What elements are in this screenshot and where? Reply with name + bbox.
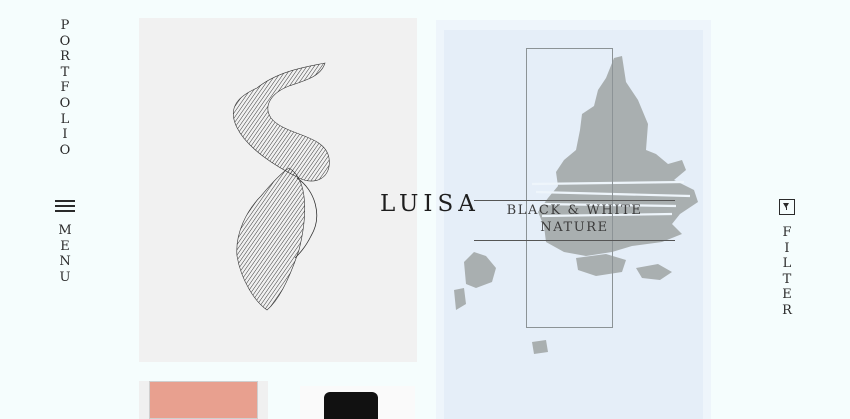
project-overlay-frame <box>526 48 613 328</box>
portfolio-letter: T <box>60 64 70 80</box>
portfolio-letter: P <box>60 18 70 33</box>
menu-letter: E <box>60 238 70 254</box>
filter-letter: I <box>784 240 790 256</box>
filter-letter: T <box>782 271 792 287</box>
caption-line-2: NATURE <box>540 220 609 235</box>
portfolio-letter: O <box>59 142 71 158</box>
poster-frame <box>149 381 258 419</box>
filter-button[interactable]: F I L T E R <box>776 199 798 319</box>
project-brand[interactable]: LUISA <box>380 191 480 217</box>
portfolio-letter: O <box>59 33 71 49</box>
caption-top-rule <box>474 200 675 201</box>
menu-button[interactable]: M E N U <box>52 200 78 285</box>
portfolio-letter: I <box>62 127 68 143</box>
gallery-image-object[interactable] <box>300 386 415 419</box>
wire-sculpture-illustration <box>233 62 330 311</box>
menu-letter: M <box>58 223 72 238</box>
gallery-image-poster[interactable] <box>139 381 268 419</box>
filter-funnel-icon <box>779 199 795 215</box>
portfolio-letter: L <box>60 111 70 127</box>
portfolio-letter: F <box>60 80 70 96</box>
object-dark-shape <box>324 392 378 419</box>
menu-letter: U <box>59 269 71 285</box>
portfolio-letter: R <box>60 49 70 65</box>
filter-letter: E <box>782 287 792 303</box>
filter-letter: R <box>782 302 792 318</box>
filter-letter: L <box>782 256 792 272</box>
caption-bottom-rule <box>474 240 675 241</box>
caption-line-1: BLACK & WHITE <box>506 203 643 218</box>
portfolio-letter: O <box>59 95 71 111</box>
filter-letter: F <box>782 225 792 240</box>
project-caption[interactable]: BLACK & WHITE NATURE <box>474 200 675 241</box>
menu-letter: N <box>59 254 71 270</box>
portfolio-label[interactable]: P O R T F O L I O <box>57 18 73 158</box>
hamburger-icon <box>55 200 75 213</box>
gallery-image-wire-sculpture[interactable] <box>139 18 417 362</box>
